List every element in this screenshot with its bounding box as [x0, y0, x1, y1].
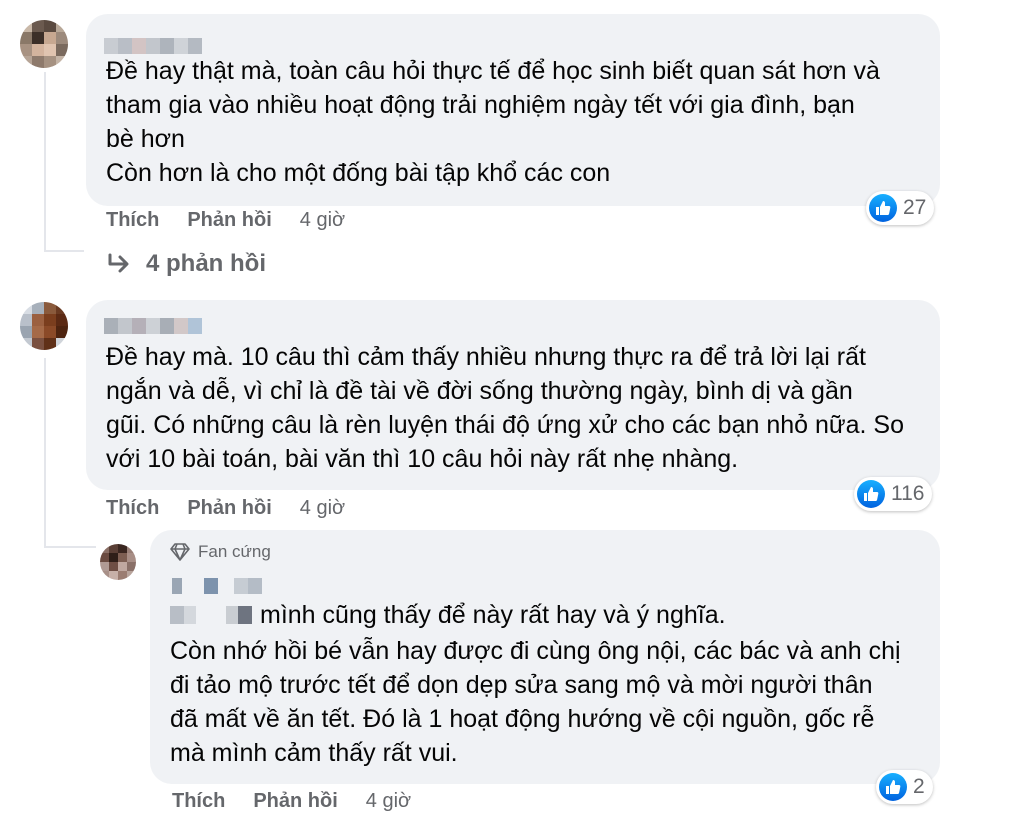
thread-line [44, 358, 46, 548]
timestamp[interactable]: 4 giờ [300, 497, 345, 520]
reaction-count-pill[interactable]: 2 [876, 770, 933, 804]
reply-actions: Thích Phản hồi 4 giờ [172, 789, 411, 813]
reply-first-line-text: mình cũng thấy để này rất hay và ý nghĩa… [260, 601, 726, 629]
comment-actions: Thích Phản hồi 4 giờ [106, 208, 345, 232]
avatar[interactable] [20, 20, 68, 68]
reply-button[interactable]: Phản hồi [253, 790, 337, 813]
comment-text: Đề hay thật mà, toàn câu hỏi thực tế để … [106, 57, 880, 187]
comment-actions: Thích Phản hồi 4 giờ [106, 496, 345, 520]
like-icon [857, 480, 885, 508]
top-fan-badge: Fan cứng [170, 542, 271, 562]
reply-text: Còn nhớ hồi bé vẫn hay được đi cùng ông … [170, 637, 901, 767]
avatar[interactable] [100, 544, 136, 580]
thread-line [44, 72, 46, 252]
like-button[interactable]: Thích [106, 497, 159, 520]
reply-button[interactable]: Phản hồi [187, 209, 271, 232]
like-button[interactable]: Thích [172, 790, 225, 813]
avatar[interactable] [20, 302, 68, 350]
thread-line [44, 546, 96, 548]
reaction-count: 116 [891, 482, 925, 505]
reply-first-line: mình cũng thấy để này rất hay và ý nghĩa… [170, 598, 726, 632]
comment-text: Đề hay mà. 10 câu thì cảm thấy nhiều như… [106, 343, 905, 473]
comment-bubble: Đề hay mà. 10 câu thì cảm thấy nhiều như… [86, 300, 940, 490]
reaction-count-pill[interactable]: 27 [866, 191, 935, 225]
comment-bubble: Đề hay thật mà, toàn câu hỏi thực tế để … [86, 14, 940, 206]
thread-line [44, 250, 84, 252]
like-icon [879, 773, 907, 801]
reply-arrow-icon [108, 253, 129, 273]
reply-button[interactable]: Phản hồi [187, 497, 271, 520]
reaction-count: 27 [903, 196, 927, 219]
replies-count-label: 4 phản hồi [146, 250, 266, 277]
timestamp[interactable]: 4 giờ [300, 209, 345, 232]
view-replies-link[interactable]: 4 phản hồi [106, 250, 266, 278]
reaction-count-pill[interactable]: 116 [854, 477, 933, 511]
reaction-count: 2 [913, 775, 925, 798]
author-name-blurred[interactable] [172, 578, 262, 594]
timestamp[interactable]: 4 giờ [366, 790, 411, 813]
like-icon [869, 194, 897, 222]
like-button[interactable]: Thích [106, 209, 159, 232]
author-name-blurred[interactable] [104, 318, 202, 334]
diamond-icon [170, 543, 190, 561]
reply-bubble: Fan cứng mình cũng thấy để này rất hay v… [150, 530, 940, 784]
mention-tag-blurred[interactable] [170, 606, 252, 624]
badge-label: Fan cứng [198, 542, 271, 561]
author-name-blurred[interactable] [104, 38, 202, 54]
